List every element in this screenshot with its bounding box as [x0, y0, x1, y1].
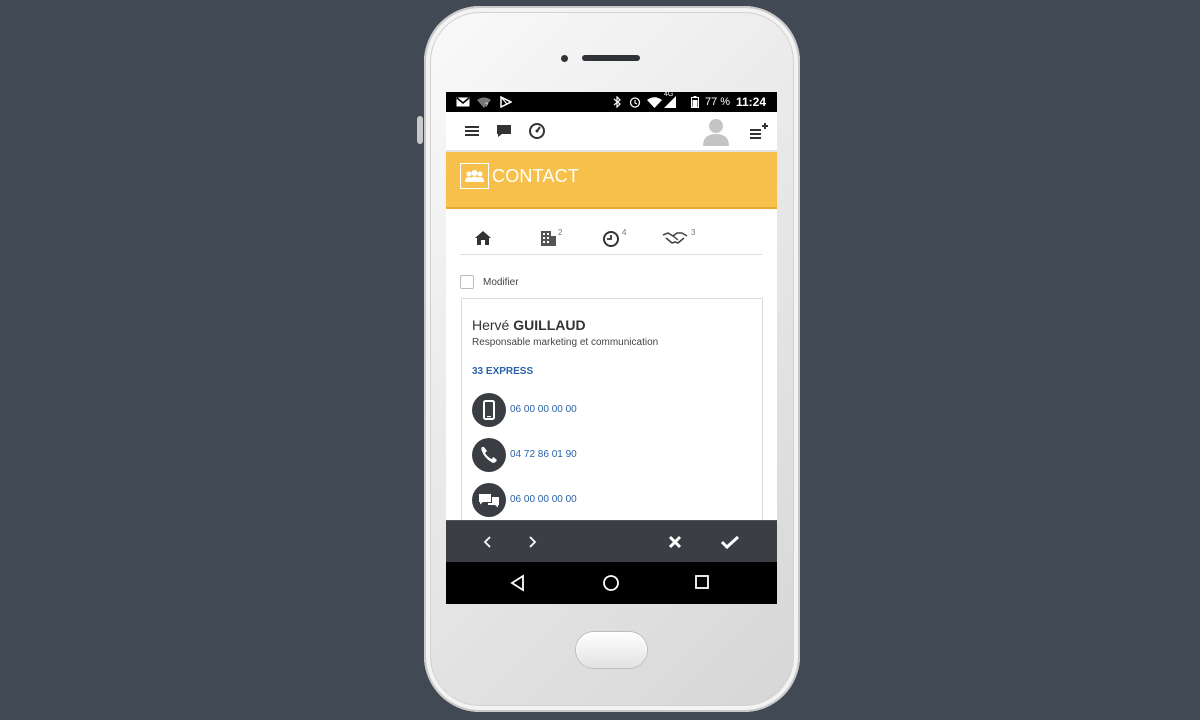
front-camera — [561, 55, 568, 62]
home-icon — [475, 231, 491, 245]
gmail-icon — [456, 95, 470, 109]
tab-count: 3 — [691, 228, 696, 237]
earpiece-speaker — [582, 55, 640, 61]
phone-side-button — [417, 116, 423, 144]
signal-icon: 4G — [664, 92, 676, 109]
back-icon[interactable] — [509, 574, 527, 597]
cancel-icon[interactable] — [666, 533, 684, 551]
modifier-toggle: Modifier — [460, 274, 519, 290]
sms-icon[interactable] — [472, 483, 506, 517]
alarm-icon — [629, 95, 641, 109]
tab-count: 2 — [558, 228, 563, 237]
recents-icon[interactable] — [694, 574, 710, 595]
building-icon — [541, 231, 556, 246]
battery-level: 77 % — [705, 96, 731, 108]
svg-text:?: ? — [485, 103, 489, 108]
menu-icon[interactable] — [462, 121, 482, 141]
modifier-checkbox[interactable] — [460, 275, 474, 289]
contact-name: Hervé GUILLAUD — [472, 317, 586, 333]
tab-history[interactable]: 4 — [602, 228, 626, 250]
home-button[interactable] — [576, 632, 647, 668]
add-list-icon[interactable] — [748, 121, 768, 141]
contact-first-name: Hervé — [472, 317, 510, 333]
phone-screen: ? 4G 77 % 11:24 CONTACT 2 4 3 Modifier H… — [446, 92, 777, 604]
contact-last-name: GUILLAUD — [513, 317, 586, 333]
previous-icon[interactable] — [479, 533, 497, 551]
next-icon[interactable] — [523, 533, 541, 551]
mobile-number-link[interactable]: 06 00 00 00 00 — [510, 404, 577, 415]
clock-icon — [603, 231, 619, 247]
avatar-icon[interactable] — [700, 115, 732, 147]
mobile-phone-icon[interactable] — [472, 393, 506, 427]
phone-number-link[interactable]: 04 72 86 01 90 — [510, 449, 577, 460]
handshake-icon — [662, 232, 688, 244]
sms-number-link[interactable]: 06 00 00 00 00 — [510, 494, 577, 505]
confirm-icon[interactable] — [720, 533, 740, 551]
bluetooth-icon — [613, 95, 621, 109]
home-circle-icon[interactable] — [602, 574, 620, 597]
dashboard-icon[interactable] — [527, 121, 547, 141]
clock-time: 11:24 — [736, 95, 767, 109]
play-store-icon — [500, 95, 512, 109]
chat-icon[interactable] — [494, 121, 514, 141]
contact-role: Responsable marketing et communication — [472, 337, 659, 348]
tab-count: 4 — [622, 228, 627, 237]
system-nav-bar — [446, 562, 777, 604]
tab-deals[interactable]: 3 — [662, 228, 695, 250]
contacts-icon — [460, 163, 489, 189]
network-type: 4G — [664, 92, 674, 98]
battery-icon — [691, 95, 699, 109]
contact-company-link[interactable]: 33 EXPRESS — [472, 366, 533, 377]
page-header: CONTACT — [446, 152, 777, 209]
tab-companies[interactable]: 2 — [540, 228, 562, 250]
modifier-label: Modifier — [483, 276, 519, 288]
contact-tabs: 2 4 3 — [460, 222, 762, 255]
status-bar: ? 4G 77 % 11:24 — [446, 92, 777, 112]
wifi-icon — [647, 95, 662, 109]
bottom-action-bar — [446, 520, 777, 563]
tab-home[interactable] — [474, 230, 492, 250]
wifi-unknown-icon: ? — [477, 95, 491, 109]
page-title: CONTACT — [492, 166, 580, 186]
phone-icon[interactable] — [472, 438, 506, 472]
app-toolbar — [446, 112, 777, 152]
